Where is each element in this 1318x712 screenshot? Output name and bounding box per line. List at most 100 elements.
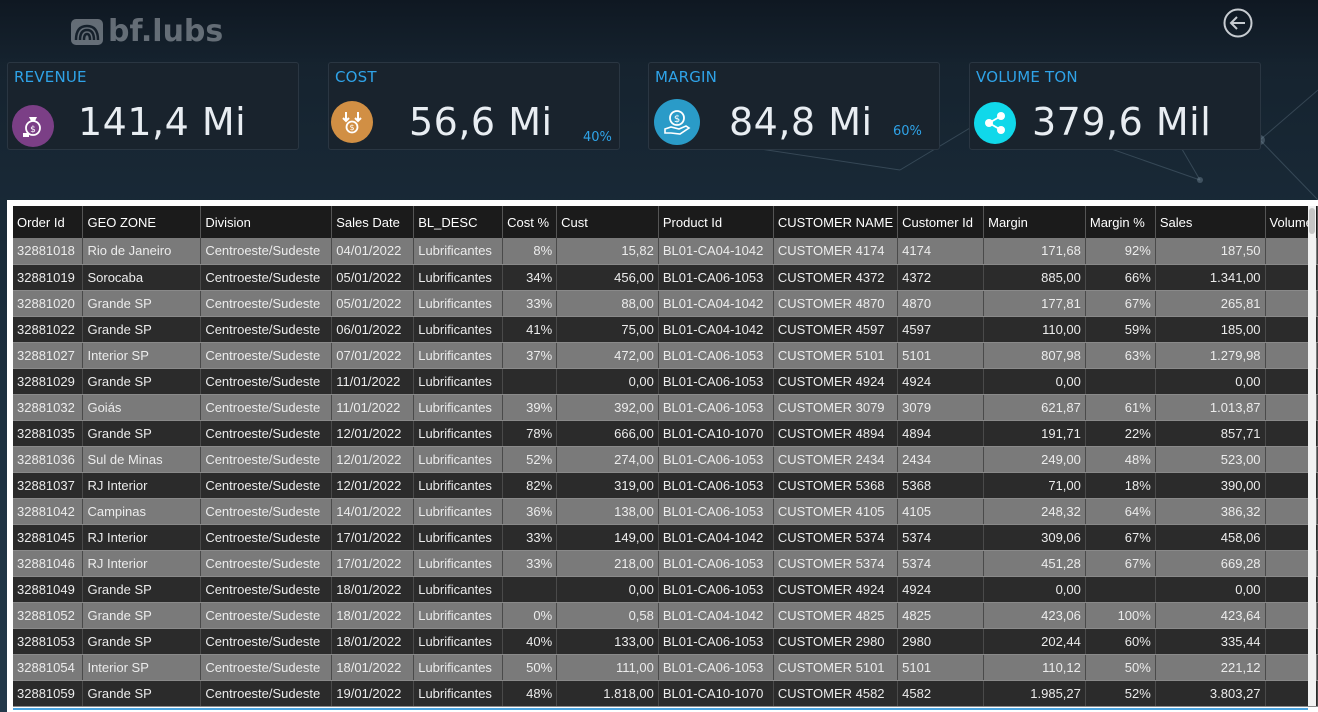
table-cell: BL01-CA04-1042 [658,290,774,317]
table-cell: Sorocaba [82,264,202,291]
table-cell: 59% [1085,316,1156,343]
column-header[interactable]: Cost % [502,206,558,238]
table-cell: 32881049 [13,576,84,603]
table-row[interactable]: 32881042 Campinas Centroeste/Sudeste 14/01/… [13,498,1318,525]
table-cell: 0,00 [556,576,659,603]
column-header[interactable]: Division [200,206,333,238]
table-cell: 60% [1085,628,1156,655]
table-cell: 32881053 [13,628,84,655]
table-scroll-thumb[interactable] [1309,208,1315,234]
table-cell: 32881046 [13,550,84,577]
table-cell: Centroeste/Sudeste [200,472,333,499]
kpi-card-cost: COST $ 56,6 Mi 40% [328,62,620,150]
back-button[interactable] [1222,7,1254,39]
table-cell: 4582 [897,680,985,707]
table-cell: Grande SP [82,576,202,603]
table-cell: BL01-CA10-1070 [658,680,774,707]
column-header[interactable]: Sales [1155,206,1266,238]
table-row[interactable]: 32881054 Interior SP Centroeste/Sudeste 18/… [13,654,1318,681]
table-scrollbar[interactable] [1308,206,1316,706]
table-row[interactable]: 32881053 Grande SP Centroeste/Sudeste 18/01… [13,628,1318,655]
table-cell: 0,00 [1155,368,1266,395]
table-cell: Lubrificantes [413,290,504,317]
table-cell: BL01-CA06-1053 [658,264,774,291]
hand-coin-icon: $ [654,99,700,145]
table-cell: 1.279,98 [1155,342,1266,369]
table-row[interactable]: 32881022 Grande SP Centroeste/Sudeste 06/01… [13,316,1318,343]
table-cell: BL01-CA06-1053 [658,342,774,369]
table-row[interactable]: 32881036 Sul de Minas Centroeste/Sudeste 12… [13,446,1318,473]
table-row[interactable]: 32881046 RJ Interior Centroeste/Sudeste 17/… [13,550,1318,577]
table-row[interactable]: 32881020 Grande SP Centroeste/Sudeste 05/01… [13,290,1318,317]
brand-logo: bf.lubs [70,12,223,50]
column-header[interactable]: Customer Id [897,206,985,238]
table-cell: 2980 [897,628,985,655]
column-header[interactable]: Product Id [658,206,774,238]
table-cell: 319,00 [556,472,659,499]
table-cell: Lubrificantes [413,238,504,265]
column-header[interactable]: Sales Date [331,206,415,238]
table-row[interactable]: 32881029 Grande SP Centroeste/Sudeste 11/01… [13,368,1318,395]
table-cell: 3.803,27 [1155,680,1266,707]
table-cell: 4894 [897,420,985,447]
column-header[interactable]: BL_DESC [413,206,504,238]
table-row[interactable]: 32881027 Interior SP Centroeste/Sudeste 07/… [13,342,1318,369]
table-cell: 621,87 [983,394,1086,421]
table-cell: 248,32 [983,498,1086,525]
table-cell: 392,00 [556,394,659,421]
kpi-card-volume: VOLUME TON 379,6 Mil [969,62,1261,150]
table-bottom-divider [13,708,1308,710]
column-header[interactable]: Margin % [1085,206,1156,238]
table-cell: 41% [502,316,558,343]
table-cell: Lubrificantes [413,576,504,603]
table-cell: 05/01/2022 [331,264,415,291]
table-cell: 40% [502,628,558,655]
column-header[interactable]: Cust [556,206,659,238]
column-header[interactable]: CUSTOMER NAME [773,206,899,238]
table-cell [502,368,558,395]
table-cell: 66% [1085,264,1156,291]
table-cell: Lubrificantes [413,524,504,551]
table-cell: 857,71 [1155,420,1266,447]
table-cell: Centroeste/Sudeste [200,264,333,291]
table-cell: 0,00 [983,576,1086,603]
back-arrow-icon [1223,8,1253,38]
column-header[interactable]: Order Id [13,206,84,238]
table-cell: 06/01/2022 [331,316,415,343]
table-cell: 1.013,87 [1155,394,1266,421]
table-cell: 71,00 [983,472,1086,499]
table-cell: 185,00 [1155,316,1266,343]
table-cell: Campinas [82,498,202,525]
table-row[interactable]: 32881052 Grande SP Centroeste/Sudeste 18/01… [13,602,1318,629]
table-cell: 12/01/2022 [331,446,415,473]
table-cell: 88,00 [556,290,659,317]
table-row[interactable]: 32881059 Grande SP Centroeste/Sudeste 19/01… [13,680,1318,707]
table-row[interactable]: 32881049 Grande SP Centroeste/Sudeste 18/01… [13,576,1318,603]
table-cell: BL01-CA04-1042 [658,316,774,343]
table-cell: 3079 [897,394,985,421]
table-row[interactable]: 32881037 RJ Interior Centroeste/Sudeste 12/… [13,472,1318,499]
table-cell: 32881036 [13,446,84,473]
table-row[interactable]: 32881019 Sorocaba Centroeste/Sudeste 05/01/… [13,264,1318,291]
column-header[interactable]: GEO ZONE [82,206,202,238]
money-bag-icon: $ [12,105,54,147]
column-header[interactable]: Margin [983,206,1086,238]
table-cell: 67% [1085,290,1156,317]
table-cell: 0,00 [1155,576,1266,603]
table-cell: Lubrificantes [413,628,504,655]
table-row[interactable]: 32881045 RJ Interior Centroeste/Sudeste 17/… [13,524,1318,551]
table-cell: 0,58 [556,602,659,629]
table-row[interactable]: 32881035 Grande SP Centroeste/Sudeste 12/01… [13,420,1318,447]
kpi-value: 84,8 Mi [729,100,873,144]
kpi-value: 379,6 Mil [1032,100,1212,144]
table-row[interactable]: 32881018 Rio de Janeiro Centroeste/Sudeste… [13,238,1318,265]
table-cell: Lubrificantes [413,680,504,707]
table-cell: 4924 [897,368,985,395]
table-cell: 32881018 [13,238,84,265]
table-row[interactable]: 32881032 Goiás Centroeste/Sudeste 11/01/202… [13,394,1318,421]
kpi-title: COST [335,68,377,86]
svg-text:$: $ [349,123,354,132]
table-cell: 100% [1085,602,1156,629]
table-cell: CUSTOMER 5374 [773,524,899,551]
table-cell: 07/01/2022 [331,342,415,369]
